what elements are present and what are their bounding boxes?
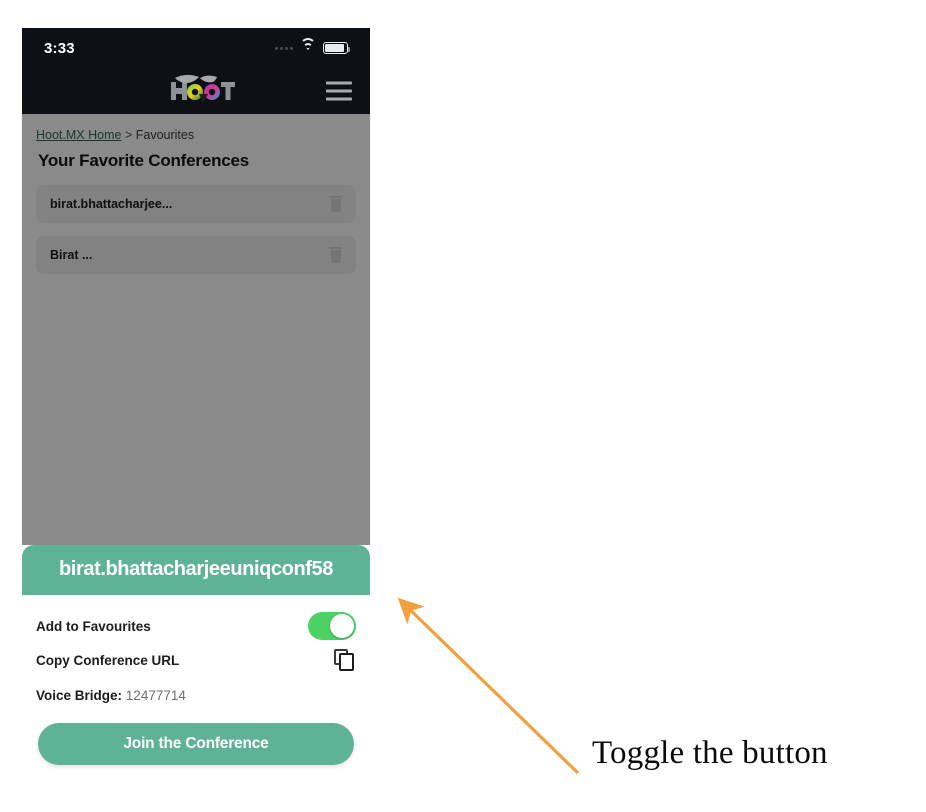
signal-dots-icon — [275, 46, 293, 50]
breadcrumb-home-link[interactable]: Hoot.MX Home — [36, 128, 121, 142]
page-content-dimmed: Hoot.MX Home > Favourites Your Favorite … — [22, 114, 370, 545]
status-bar: 3:33 — [22, 28, 370, 68]
trash-icon[interactable] — [329, 247, 342, 263]
battery-icon — [323, 42, 351, 54]
wifi-icon — [300, 38, 316, 54]
add-to-favourites-label: Add to Favourites — [36, 618, 151, 634]
app-header — [22, 68, 370, 114]
screenshot-canvas: 3:33 Hoot.MX Home > Favourites Your Favo… — [0, 0, 926, 812]
favorite-name: Birat ... — [50, 248, 93, 262]
copy-icon[interactable] — [334, 649, 356, 671]
sheet-body: Add to Favourites Copy Conference URL Vo… — [22, 595, 370, 711]
favorite-name: birat.bhattacharjee... — [50, 197, 173, 211]
status-indicators — [275, 38, 351, 54]
row-voice-bridge: Voice Bridge: 12477714 — [36, 677, 356, 711]
sheet-header: birat.bhattacharjeeuniqconf58 — [22, 545, 370, 595]
trash-icon[interactable] — [329, 196, 342, 212]
hamburger-menu-icon[interactable] — [326, 81, 352, 101]
voice-bridge: Voice Bridge: 12477714 — [36, 686, 186, 703]
breadcrumb-current: Favourites — [135, 128, 195, 142]
add-to-favourites-toggle[interactable] — [308, 612, 356, 640]
hoot-owl-logo[interactable] — [155, 74, 237, 108]
list-item[interactable]: Birat ... — [36, 236, 356, 274]
voice-bridge-label: Voice Bridge: — [36, 687, 123, 703]
list-item[interactable]: birat.bhattacharjee... — [36, 185, 356, 223]
copy-conference-url-label: Copy Conference URL — [36, 652, 180, 668]
breadcrumb: Hoot.MX Home > Favourites — [36, 128, 356, 142]
conference-bottom-sheet: birat.bhattacharjeeuniqconf58 Add to Fav… — [22, 545, 370, 780]
row-add-to-favourites[interactable]: Add to Favourites — [36, 609, 356, 643]
join-button-container: Join the Conference — [22, 711, 370, 765]
phone-frame: 3:33 Hoot.MX Home > Favourites Your Favo… — [22, 28, 370, 780]
page-title: Your Favorite Conferences — [38, 151, 250, 170]
annotation-label: Toggle the button — [592, 735, 828, 771]
voice-bridge-value: 12477714 — [125, 687, 186, 703]
row-copy-conference-url[interactable]: Copy Conference URL — [36, 643, 356, 677]
conference-name: birat.bhattacharjeeuniqconf58 — [58, 558, 333, 580]
join-conference-button[interactable]: Join the Conference — [38, 723, 354, 765]
breadcrumb-separator: > — [124, 128, 133, 142]
status-time: 3:33 — [44, 39, 75, 57]
